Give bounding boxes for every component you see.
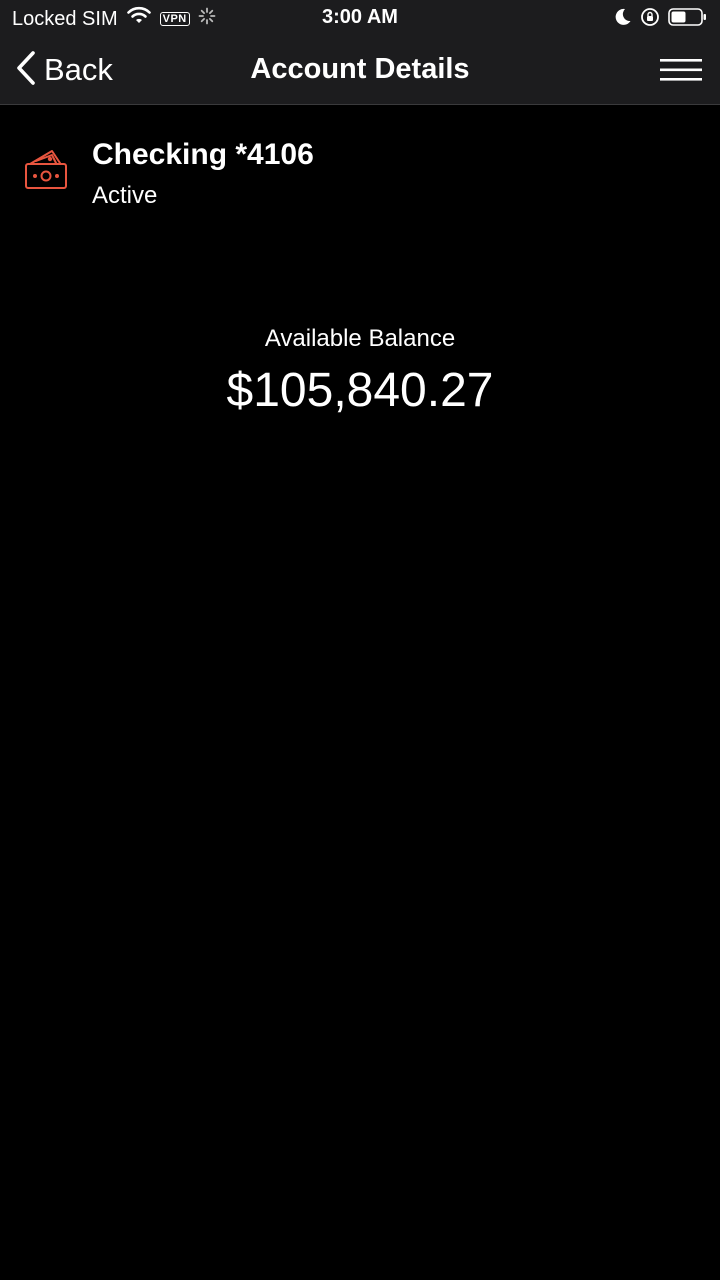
chevron-left-icon <box>14 50 36 91</box>
balance-section: Available Balance $105,840.27 <box>0 324 720 418</box>
moon-icon <box>614 7 632 32</box>
account-header: Checking *4106 Active <box>22 136 314 210</box>
balance-label: Available Balance <box>264 325 456 352</box>
status-time: 3:00 AM <box>322 6 398 28</box>
back-button[interactable]: Back <box>14 50 113 90</box>
navigation-bar: Back Account Details <box>0 36 720 105</box>
money-wallet-icon <box>22 146 70 194</box>
status-right <box>614 7 708 32</box>
battery-icon <box>668 7 708 32</box>
status-bar: Locked SIM VPN 3:00 AM <box>0 0 720 36</box>
back-label: Back <box>44 52 113 87</box>
hamburger-menu-button[interactable] <box>660 58 702 82</box>
orientation-lock-icon <box>640 7 660 32</box>
balance-amount: $105,840.27 <box>226 364 494 417</box>
account-info: Checking *4106 Active <box>92 136 314 210</box>
hamburger-menu-icon <box>660 59 702 86</box>
account-name: Checking *4106 <box>92 138 314 171</box>
account-status: Active <box>92 182 158 209</box>
